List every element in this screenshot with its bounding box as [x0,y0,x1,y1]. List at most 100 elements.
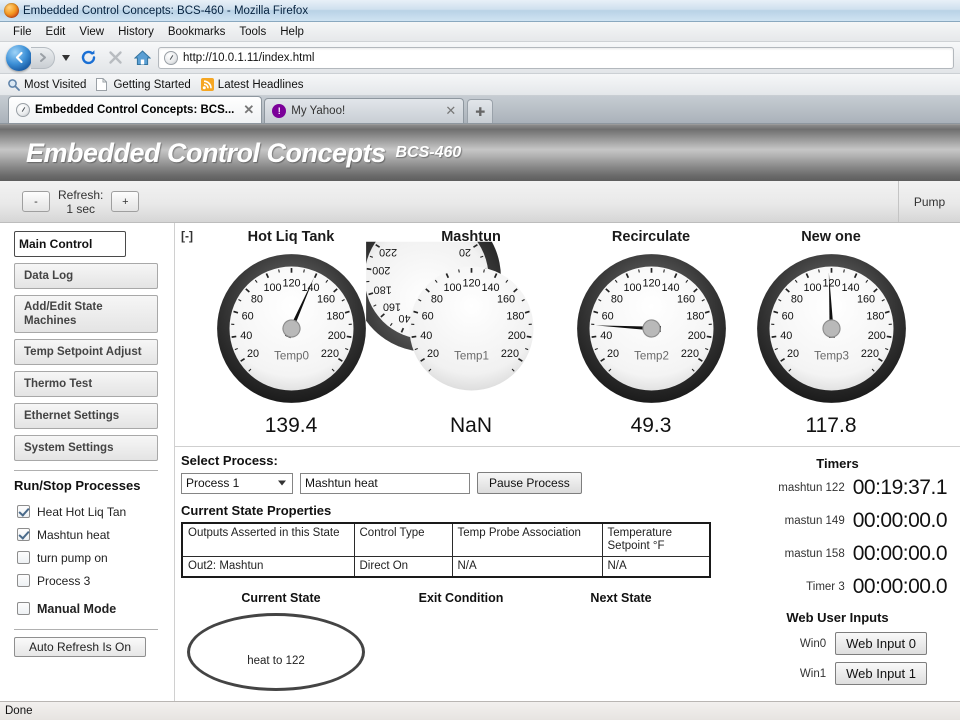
gauge-title: Hot Liq Tank [247,229,335,245]
bookmark-label: Getting Started [113,78,191,91]
svg-text:160: 160 [857,293,875,305]
menu-bar: File Edit View History Bookmarks Tools H… [0,22,960,42]
svg-text:180: 180 [506,310,524,322]
gauge-panel: [-] Hot Liq Tank 20 40 60 80 100 120 140… [175,223,960,447]
svg-text:120: 120 [822,278,840,290]
gauge-title: Recirculate [611,229,691,245]
cell-temp-probe: N/A [451,556,603,578]
timer-value: 00:00:00.0 [852,508,948,532]
sidebar-item-temp-setpoint-adjust[interactable]: Temp Setpoint Adjust [14,339,158,365]
svg-text:100: 100 [263,282,281,294]
checkbox-icon[interactable] [17,528,30,541]
web-input-row: Win0 Web Input 0 [715,632,960,655]
table-row: Out2: Mashtun Direct On N/A N/A [181,556,711,578]
svg-text:220: 220 [320,348,338,360]
menu-item-tools[interactable]: Tools [232,26,273,38]
sidebar-item-main-control[interactable]: Main Control [14,231,126,257]
web-input-1-button[interactable]: Web Input 1 [835,662,927,685]
run-stop-processes-heading: Run/Stop Processes [14,478,141,493]
timer-value: 00:00:00.0 [852,541,948,565]
svg-text:100: 100 [623,282,641,294]
timer-name: mastun 149 [784,514,845,527]
timer-value: 00:19:37.1 [852,475,948,499]
pump-indicator: Pump [898,181,960,222]
tab-embedded-control-concepts[interactable]: Embedded Control Concepts: BCS... ✕ [8,96,263,123]
web-input-name: Win0 [799,637,827,650]
svg-text:Temp3: Temp3 [814,350,849,363]
tab-favicon-icon [16,103,30,117]
svg-text:160: 160 [497,293,515,305]
bookmark-getting-started[interactable]: Getting Started [96,78,196,91]
nav-history-dropdown-icon[interactable] [60,54,72,61]
menu-item-history[interactable]: History [111,26,161,38]
manual-mode-checkbox-row[interactable]: Manual Mode [14,597,174,620]
svg-text:180: 180 [326,310,344,322]
gauge-value: 49.3 [630,414,672,437]
checkbox-icon[interactable] [17,574,30,587]
svg-text:180: 180 [686,310,704,322]
web-input-0-button[interactable]: Web Input 0 [835,632,927,655]
url-bar[interactable]: http://10.0.1.11/index.html [158,46,954,69]
sidebar-item-add-edit-state-machines[interactable]: Add/Edit State Machines [14,295,158,333]
svg-text:160: 160 [317,293,335,305]
tab-close-icon[interactable]: ✕ [239,102,254,118]
svg-text:40: 40 [420,330,432,342]
svg-text:40: 40 [780,330,792,342]
sidebar-item-thermo-test[interactable]: Thermo Test [14,371,158,397]
reload-button-icon[interactable] [77,47,99,69]
refresh-increase-button[interactable]: + [111,191,140,212]
timer-row: Timer 3 00:00:00.0 [715,570,960,603]
menu-item-view[interactable]: View [72,26,111,38]
svg-text:140: 140 [301,282,319,294]
tab-my-yahoo[interactable]: ! My Yahoo! ✕ [264,98,465,123]
tab-close-icon[interactable]: ✕ [441,103,456,119]
process-select[interactable]: Process 1 [181,472,293,494]
new-tab-button[interactable]: ✚ [467,99,494,123]
state-node-current[interactable]: heat to 122 [187,613,365,691]
gauge-panel-collapse-toggle[interactable]: [-] [181,229,193,243]
svg-text:140: 140 [481,282,499,294]
bookmarks-toolbar: Most Visited Getting Started Latest Head… [0,74,960,96]
document-icon [96,78,109,91]
column-header: Control Type [353,522,453,557]
process-label: Process 3 [37,573,91,588]
timers-title: Timers [816,456,859,471]
refresh-rate-label: Refresh: 1 sec [58,188,103,216]
manual-mode-label: Manual Mode [37,601,117,616]
menu-item-help[interactable]: Help [273,26,311,38]
checkbox-icon[interactable] [17,602,30,615]
process-checkbox-row[interactable]: Process 3 [14,569,174,592]
svg-text:60: 60 [421,310,433,322]
bookmark-label: Most Visited [24,78,87,91]
checkbox-icon[interactable] [17,551,30,564]
menu-item-edit[interactable]: Edit [39,26,73,38]
tab-label: My Yahoo! [291,105,346,117]
process-checkbox-row[interactable]: turn pump on [14,546,174,569]
svg-text:20: 20 [787,348,799,360]
pause-process-button[interactable]: Pause Process [477,472,582,494]
sidebar-item-data-log[interactable]: Data Log [14,263,158,289]
svg-text:Temp0: Temp0 [274,350,309,363]
svg-text:Temp1: Temp1 [454,350,489,363]
process-checkbox-row[interactable]: Heat Hot Liq Tan [14,500,174,523]
sidebar-item-ethernet-settings[interactable]: Ethernet Settings [14,403,158,429]
back-button-icon[interactable] [6,44,32,71]
banner-subtitle: BCS-460 [395,144,462,161]
auto-refresh-toggle-button[interactable]: Auto Refresh Is On [14,637,146,657]
menu-item-file[interactable]: File [6,26,39,38]
timers-panel: Timers mashtun 122 00:19:37.1 mastun 149… [715,448,960,685]
svg-text:40: 40 [600,330,612,342]
svg-text:200: 200 [687,330,705,342]
bookmark-most-visited[interactable]: Most Visited [7,78,92,91]
process-checkbox-row[interactable]: Mashtun heat [14,523,174,546]
home-button-icon[interactable] [131,47,153,69]
process-name-input[interactable]: Mashtun heat [300,472,470,494]
sidebar-item-system-settings[interactable]: System Settings [14,435,158,461]
refresh-decrease-button[interactable]: - [22,191,50,212]
svg-text:140: 140 [841,282,859,294]
svg-text:120: 120 [282,278,300,290]
bookmark-latest-headlines[interactable]: Latest Headlines [200,78,310,91]
cell-temp-setpoint: N/A [601,556,711,578]
checkbox-icon[interactable] [17,505,30,518]
menu-item-bookmarks[interactable]: Bookmarks [161,26,233,38]
